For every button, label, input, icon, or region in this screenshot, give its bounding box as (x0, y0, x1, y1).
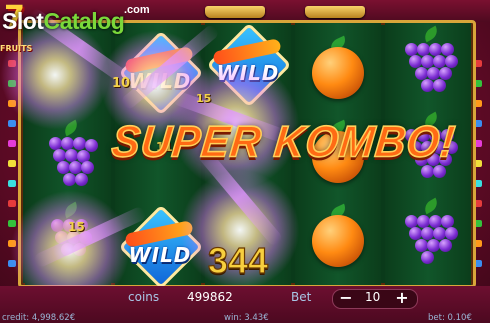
win-text: win: 3.43€ (224, 313, 269, 323)
coins-label: coins (128, 290, 160, 304)
line-win-value: 15 (196, 92, 212, 105)
watermark-logo: SlotCatalog (2, 8, 125, 34)
orange-symbol (295, 199, 381, 285)
orange-symbol (295, 27, 381, 113)
top-tab (305, 6, 365, 18)
coins-value: 499862 (187, 290, 233, 304)
bet-value: 10 (365, 290, 381, 304)
grapes-symbol (385, 197, 471, 283)
line-win-value: 10 (112, 76, 131, 91)
bet-label: Bet (291, 290, 312, 304)
watermark-suffix: .com (124, 4, 150, 16)
credit-text: credit: 4,998.62€ (2, 313, 76, 323)
bet-decrease-button[interactable]: − (338, 290, 354, 306)
bet-increase-button[interactable]: + (394, 290, 410, 306)
top-tab (205, 6, 265, 18)
super-kombo-banner: SUPER KOMBO! (109, 116, 459, 167)
slot-game-screen: WILD WILD WILD (0, 0, 490, 323)
grapes-symbol (385, 25, 471, 111)
bet-cash-text: bet: 0.10€ (428, 313, 472, 323)
win-amount: 344 (207, 239, 269, 281)
line-win-value: 15 (68, 220, 85, 234)
